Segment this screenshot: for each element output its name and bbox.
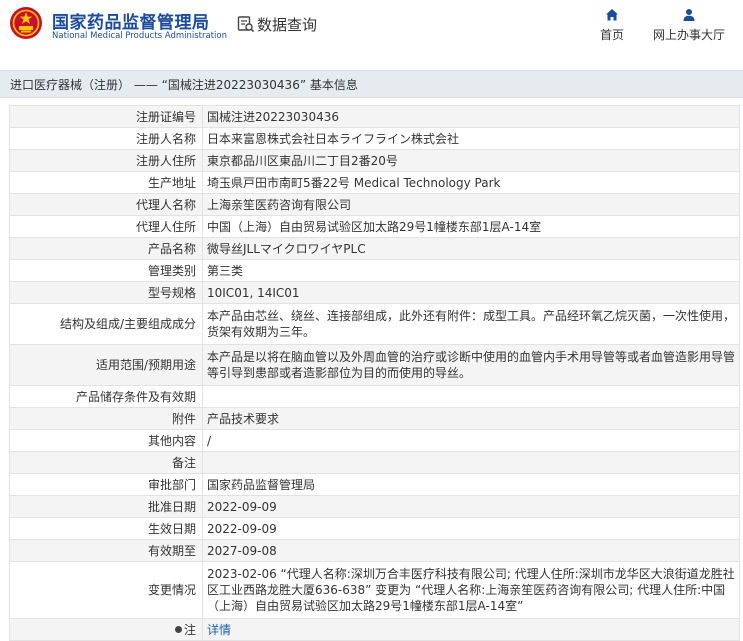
nav-home-label: 首页 [599, 28, 624, 42]
table-row: 产品名称 微导丝JLLマイクロワイヤPLC [9, 237, 740, 260]
field-value: 国家药品监督管理局 [202, 473, 740, 496]
field-value: 国械注进20223030436 [202, 105, 740, 128]
table-row: 批准日期 2022-09-09 [9, 495, 740, 518]
table-row: 适用范围/预期用途 本产品是以将在脑血管以及外周血管的治疗或诊断中使用的血管内手术… [9, 344, 740, 386]
table-row: 管理类别 第三类 [9, 259, 740, 282]
field-value: 本产品由芯丝、绕丝、连接部组成，此外还有附件：成型工具。产品经环氧乙烷灭菌，一次… [202, 303, 740, 345]
field-label: 备注 [9, 451, 203, 474]
field-label: 注册人名称 [9, 127, 203, 150]
details-link[interactable]: 详情 [207, 623, 231, 637]
field-value [202, 385, 740, 408]
table-row: 有效期至 2027-09-08 [9, 539, 740, 562]
table-row: 其他内容 / [9, 429, 740, 452]
nav-online-service-hall[interactable]: 网上办事大厅 [651, 8, 727, 43]
field-label: 注册证编号 [9, 105, 203, 128]
nav-hall-label: 网上办事大厅 [652, 28, 725, 42]
field-label: 代理人住所 [9, 215, 203, 238]
field-value: 2023-02-06 “代理人名称:深圳万合丰医疗科技有限公司; 代理人住所:深… [202, 561, 740, 619]
field-value: 日本来富恩株式会社日本ライフライン株式会社 [202, 127, 740, 150]
field-label: 管理类别 [9, 259, 203, 282]
note-label: 注 [183, 622, 196, 637]
field-value: 2027-09-08 [202, 539, 740, 562]
field-value: 2022-09-09 [202, 517, 740, 540]
field-label-note: 注 [9, 618, 203, 641]
field-label: 代理人名称 [9, 193, 203, 216]
data-query-link[interactable]: 数据查询 [237, 13, 317, 35]
table-row: 审批部门 国家药品监督管理局 [9, 473, 740, 496]
table-row: 代理人住所 中国（上海）自由贸易试验区加太路29号1幢楼东部1层A-14室 [9, 215, 740, 238]
table-row: 型号规格 10IC01, 14IC01 [9, 281, 740, 304]
record-title: 进口医疗器械（注册） —— “国械注进20223030436” 基本信息 [10, 78, 358, 92]
table-row: 代理人名称 上海亲笙医药咨询有限公司 [9, 193, 740, 216]
field-label: 附件 [9, 407, 203, 430]
field-value: 中国（上海）自由贸易试验区加太路29号1幢楼东部1层A-14室 [202, 215, 740, 238]
nav-home[interactable]: 首页 [597, 8, 627, 43]
record-title-bar: 进口医疗器械（注册） —— “国械注进20223030436” 基本信息 [0, 70, 743, 98]
org-name-cn[interactable]: 国家药品监督管理局 [52, 8, 210, 33]
table-row: 备注 [9, 451, 740, 474]
field-label: 生产地址 [9, 171, 203, 194]
note-bullet-icon [174, 625, 182, 633]
data-search-icon [237, 16, 255, 33]
field-label: 注册人住所 [9, 149, 203, 172]
field-value: 2022-09-09 [202, 495, 740, 518]
field-label: 生效日期 [9, 517, 203, 540]
field-label: 产品储存条件及有效期 [9, 385, 203, 408]
field-label: 审批部门 [9, 473, 203, 496]
field-value: / [202, 429, 740, 452]
field-value: 详情 [202, 618, 740, 641]
table-row: 注册人名称 日本来富恩株式会社日本ライフライン株式会社 [9, 127, 740, 150]
table-row: 注册人住所 東京都品川区東品川二丁目2番20号 [9, 149, 740, 172]
national-emblem-icon[interactable] [9, 6, 43, 40]
field-value: 東京都品川区東品川二丁目2番20号 [202, 149, 740, 172]
data-query-label: 数据查询 [257, 15, 318, 34]
field-value: 10IC01, 14IC01 [202, 281, 740, 304]
field-value: 埼玉県戸田市南町5番22号 Medical Technology Park [202, 171, 740, 194]
field-value: 微导丝JLLマイクロワイヤPLC [202, 237, 740, 260]
org-name-en[interactable]: National Medical Products Administration [52, 31, 227, 41]
field-label: 变更情况 [9, 561, 203, 619]
field-label: 结构及组成/主要组成成分 [9, 303, 203, 345]
table-row: 注册证编号 国械注进20223030436 [9, 105, 740, 128]
table-row: 注 详情 [9, 618, 740, 641]
table-row: 附件 产品技术要求 [9, 407, 740, 430]
table-row: 生产地址 埼玉県戸田市南町5番22号 Medical Technology Par… [9, 171, 740, 194]
device-info-table: 注册证编号 国械注进20223030436 注册人名称 日本来富恩株式会社日本ライフ… [9, 105, 740, 641]
table-row: 结构及组成/主要组成成分 本产品由芯丝、绕丝、连接部组成，此外还有附件：成型工具。… [9, 303, 740, 345]
table-row: 产品储存条件及有效期 [9, 385, 740, 408]
user-icon [683, 9, 695, 21]
field-label: 适用范围/预期用途 [9, 344, 203, 386]
field-value: 上海亲笙医药咨询有限公司 [202, 193, 740, 216]
field-value: 产品技术要求 [202, 407, 740, 430]
field-label: 产品名称 [9, 237, 203, 260]
table-row: 生效日期 2022-09-09 [9, 517, 740, 540]
field-value: 本产品是以将在脑血管以及外周血管的治疗或诊断中使用的血管内手术用导管等或者血管造… [202, 344, 740, 386]
field-label: 有效期至 [9, 539, 203, 562]
field-value: 第三类 [202, 259, 740, 282]
home-icon [606, 9, 618, 21]
field-label: 批准日期 [9, 495, 203, 518]
table-row: 变更情况 2023-02-06 “代理人名称:深圳万合丰医疗科技有限公司; 代理人… [9, 561, 740, 619]
field-label: 型号规格 [9, 281, 203, 304]
site-header: 国家药品监督管理局 National Medical Products Admi… [0, 0, 743, 52]
field-label: 其他内容 [9, 429, 203, 452]
field-value [202, 451, 740, 474]
